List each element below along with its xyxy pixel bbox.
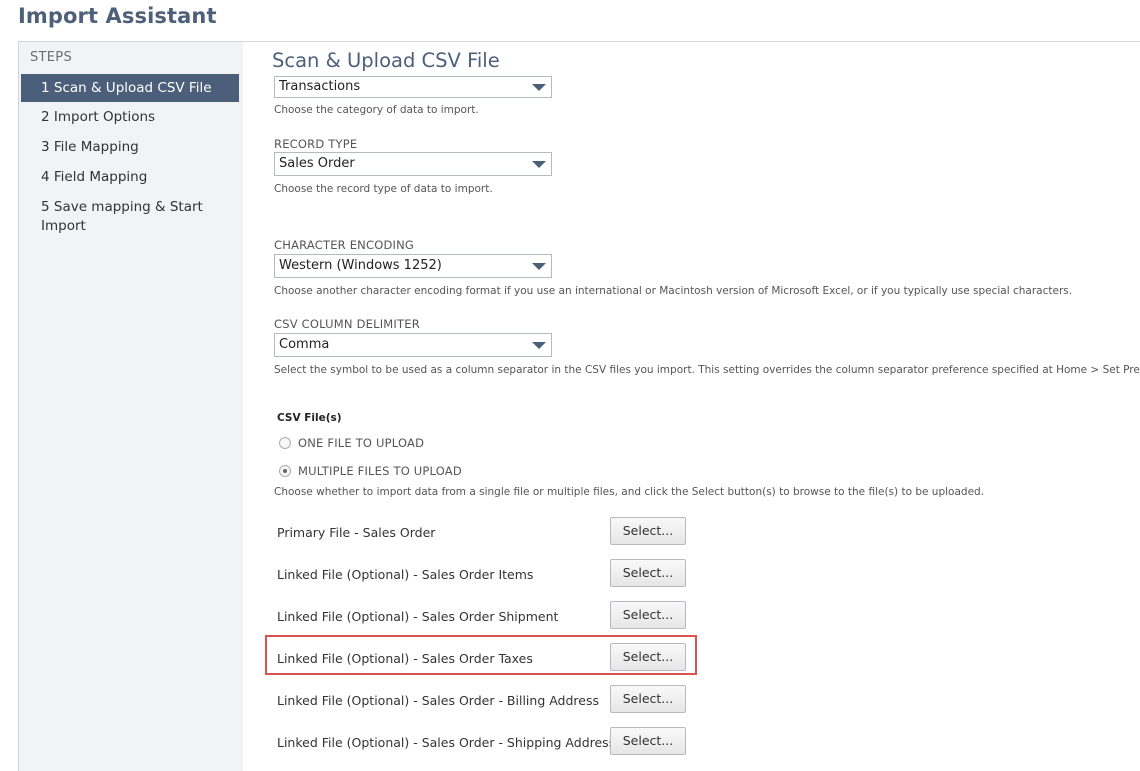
csv-files-label: CSV File(s) — [277, 412, 342, 424]
file-label-taxes: Linked File (Optional) - Sales Order Tax… — [277, 651, 533, 666]
csv-files-help: Choose whether to import data from a sin… — [274, 486, 985, 498]
file-label-shipment: Linked File (Optional) - Sales Order Shi… — [277, 609, 559, 624]
select-button-shipment[interactable]: Select... — [610, 601, 686, 629]
chevron-down-icon — [532, 161, 546, 168]
delimiter-value: Comma — [279, 337, 330, 352]
file-label-items: Linked File (Optional) - Sales Order Ite… — [277, 567, 534, 582]
delimiter-label: CSV COLUMN DELIMITER — [274, 317, 420, 331]
encoding-label: CHARACTER ENCODING — [274, 238, 415, 252]
record-type-select[interactable]: Sales Order — [274, 152, 552, 176]
step-import-options[interactable]: 2 Import Options — [21, 108, 239, 127]
record-type-help: Choose the record type of data to import… — [274, 183, 493, 195]
step-file-mapping[interactable]: 3 File Mapping — [21, 138, 239, 157]
step-save-start-import[interactable]: 5 Save mapping & Start Import — [21, 198, 221, 236]
section-title: Scan & Upload CSV File — [272, 49, 500, 72]
main-panel: Scan & Upload CSV File Transactions Choo… — [242, 42, 1140, 771]
steps-sidebar: STEPS 1 Scan & Upload CSV File 2 Import … — [18, 42, 243, 771]
file-label-billing-address: Linked File (Optional) - Sales Order - B… — [277, 693, 600, 708]
import-type-help: Choose the category of data to import. — [274, 104, 479, 116]
chevron-down-icon — [532, 84, 546, 91]
steps-heading: STEPS — [30, 50, 72, 65]
radio-one-file-label: ONE FILE TO UPLOAD — [298, 436, 425, 450]
select-button-billing-address[interactable]: Select... — [610, 685, 686, 713]
chevron-down-icon — [532, 342, 546, 349]
delimiter-select[interactable]: Comma — [274, 333, 552, 357]
record-type-label: RECORD TYPE — [274, 137, 358, 151]
file-label-primary: Primary File - Sales Order — [277, 525, 436, 540]
encoding-select[interactable]: Western (Windows 1252) — [274, 254, 552, 278]
select-button-primary[interactable]: Select... — [610, 517, 686, 545]
select-button-taxes[interactable]: Select... — [610, 643, 686, 671]
import-type-value: Transactions — [279, 79, 361, 94]
select-button-shipping-address[interactable]: Select... — [610, 727, 686, 755]
page-title: Import Assistant — [18, 4, 217, 28]
delimiter-help: Select the symbol to be used as a column… — [274, 364, 1140, 376]
step-scan-upload[interactable]: 1 Scan & Upload CSV File — [21, 74, 239, 102]
record-type-value: Sales Order — [279, 156, 355, 171]
select-button-items[interactable]: Select... — [610, 559, 686, 587]
chevron-down-icon — [532, 263, 546, 270]
radio-checked-icon[interactable] — [279, 465, 291, 477]
file-label-shipping-address: Linked File (Optional) - Sales Order - S… — [277, 735, 616, 750]
step-field-mapping[interactable]: 4 Field Mapping — [21, 168, 239, 187]
encoding-help: Choose another character encoding format… — [274, 285, 1073, 297]
import-type-select[interactable]: Transactions — [274, 76, 552, 98]
radio-icon[interactable] — [279, 437, 291, 449]
encoding-value: Western (Windows 1252) — [279, 258, 442, 273]
radio-multiple-files-label: MULTIPLE FILES TO UPLOAD — [298, 464, 462, 478]
